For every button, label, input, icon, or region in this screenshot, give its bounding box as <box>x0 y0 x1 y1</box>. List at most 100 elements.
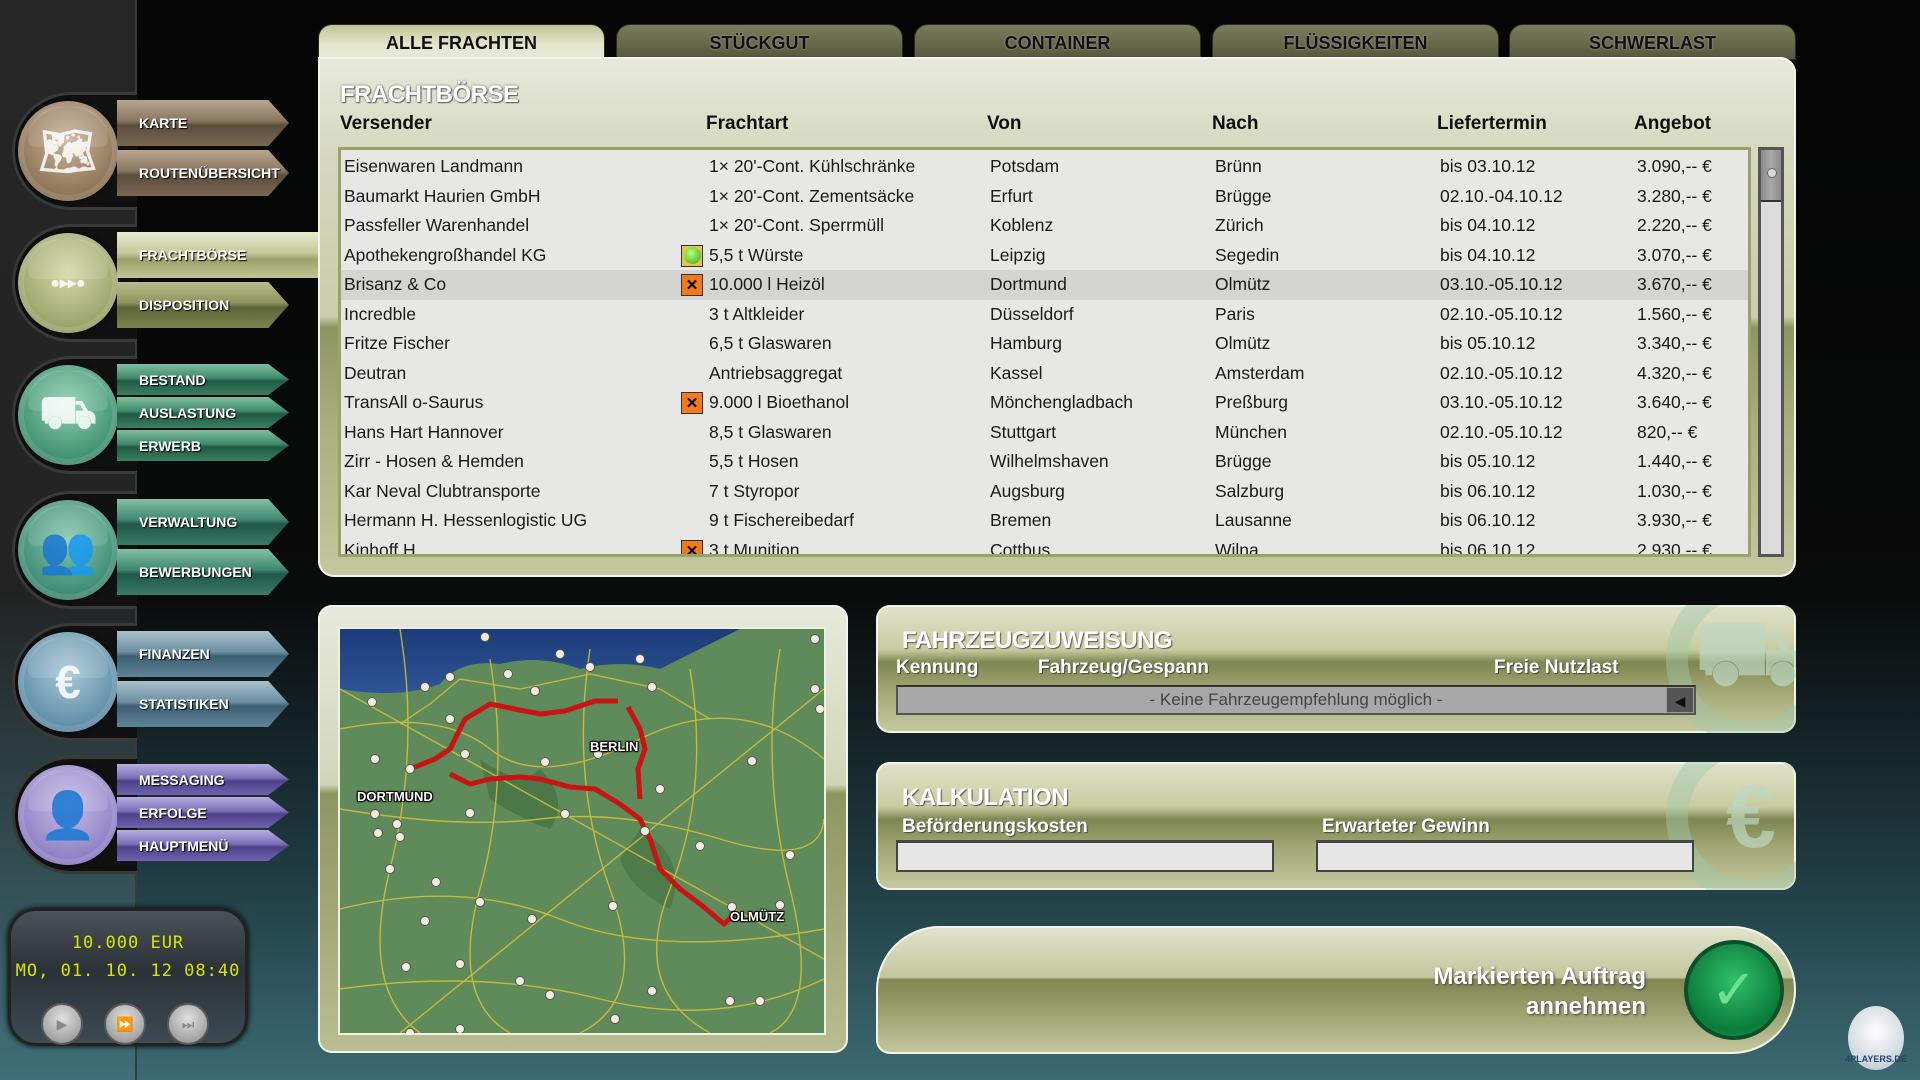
sidebar-item-finanzen[interactable]: FINANZEN <box>117 631 289 677</box>
sidebar-item-auslastung[interactable]: AUSLASTUNG <box>117 397 289 428</box>
fastest-speed-button[interactable]: ⏭ <box>167 1003 209 1045</box>
table-row[interactable]: Brisanz & Co 10.000 l Heizöl Dortmund Olmüt… <box>341 270 1748 300</box>
sidebar-item-messaging[interactable]: MESSAGING <box>117 764 289 795</box>
table-row[interactable]: Kinhoff H 3 t Munition Cottbus Wilna bis 06.… <box>341 536 1748 557</box>
accept-order-label-line1: Markierten Auftrag <box>1433 963 1646 990</box>
freight-table-scrollbar[interactable] <box>1758 147 1784 557</box>
hazardous-goods-icon: ✕ <box>681 392 703 414</box>
sidebar-item-bewerbungen[interactable]: BEWERBUNGEN <box>117 549 289 595</box>
sidebar-item-erwerb[interactable]: ERWERB <box>117 430 289 461</box>
transport-cost-field <box>896 840 1274 872</box>
fast-speed-button[interactable]: ⏩ <box>104 1003 146 1045</box>
city-marker <box>647 986 657 996</box>
table-row[interactable]: Incredble 3 t Altkleider Düsseldorf Paris 02… <box>341 300 1748 330</box>
tab-container[interactable]: CONTAINER <box>914 24 1201 60</box>
freight-table: Eisenwaren Landmann 1× 20'-Cont. Kühlschr… <box>338 147 1751 557</box>
cell-sender: Fritze Fischer <box>344 333 450 353</box>
cell-delivery-date: 02.10.-05.10.12 <box>1440 303 1563 324</box>
person-icon[interactable]: 👤 <box>18 765 118 865</box>
tab-alle-frachten[interactable]: ALLE FRACHTEN <box>318 24 605 60</box>
cell-sender: Apothekengroßhandel KG <box>344 244 547 265</box>
city-marker <box>405 1028 415 1033</box>
cell-sender: Eisenwaren Landmann <box>344 156 524 176</box>
table-row[interactable]: Passfeller Warenhandel 1× 20'-Cont. Sperr… <box>341 211 1748 241</box>
table-row[interactable]: Hans Hart Hannover 8,5 t Glaswaren Stuttga… <box>341 418 1748 448</box>
cell-from: Koblenz <box>990 215 1054 235</box>
route-map-panel: DORTMUND BERLIN OLMÜTZ <box>318 605 848 1053</box>
vehicle-header-id: Kennung <box>896 657 979 678</box>
table-row[interactable]: Apothekengroßhandel KG 5,5 t Würste Leipzi… <box>341 241 1748 271</box>
cell-cargo: 3 t Altkleider <box>709 303 805 324</box>
cell-sender: Deutran <box>344 362 407 383</box>
people-icon[interactable]: 👥 <box>18 500 118 600</box>
tab-fluessigkeiten[interactable]: FLÜSSIGKEITEN <box>1212 24 1499 60</box>
cell-offer: 820,-- € <box>1637 421 1698 442</box>
table-row[interactable]: Kar Neval Clubtransporte 7 t Styropor Augs… <box>341 477 1748 507</box>
route-arrows-icon[interactable]: ●▸▸● <box>18 233 118 333</box>
cell-delivery-date: bis 06.10.12 <box>1440 510 1536 530</box>
sidebar-item-disposition[interactable]: DISPOSITION <box>117 282 289 328</box>
cell-offer: 1.440,-- € <box>1637 451 1712 471</box>
cell-offer: 2.930,-- € <box>1637 539 1712 557</box>
table-row[interactable]: Deutran Antriebsaggregat Kassel Amsterdam 02… <box>341 359 1748 389</box>
city-marker <box>545 990 555 1000</box>
scrollbar-thumb[interactable] <box>1761 150 1781 202</box>
sidebar-item-verwaltung[interactable]: VERWALTUNG <box>117 499 289 545</box>
route-map[interactable]: DORTMUND BERLIN OLMÜTZ <box>338 627 826 1035</box>
cell-from: Wilhelmshaven <box>990 451 1109 471</box>
cell-from: Stuttgart <box>990 421 1057 442</box>
column-header-sender[interactable]: Versender <box>340 113 432 135</box>
sidebar-item-karte[interactable]: KARTE <box>117 100 289 146</box>
freight-exchange-panel: FRACHTBÖRSE Versender Frachtart Von Nach… <box>318 57 1796 577</box>
cell-to: Paris <box>1215 303 1255 324</box>
sidebar-item-label: MESSAGING <box>139 771 225 788</box>
cell-to: Brügge <box>1215 451 1272 471</box>
table-row[interactable]: Hermann H. Hessenlogistic UG 9 t Fischere… <box>341 506 1748 536</box>
table-row[interactable]: Baumarkt Haurien GmbH 1× 20'-Cont. Zement… <box>341 182 1748 212</box>
tab-schwerlast[interactable]: SCHWERLAST <box>1509 24 1796 60</box>
cell-delivery-date: bis 05.10.12 <box>1440 333 1536 353</box>
cell-sender: Baumarkt Haurien GmbH <box>344 185 541 206</box>
cell-from: Potsdam <box>990 156 1060 176</box>
cell-delivery-date: 03.10.-05.10.12 <box>1440 274 1563 294</box>
expected-profit-field <box>1316 840 1694 872</box>
city-marker <box>560 809 570 819</box>
sidebar-item-routen-bersicht[interactable]: ROUTENÜBERSICHT <box>117 150 289 196</box>
city-marker <box>455 1024 465 1033</box>
cell-cargo: 1× 20'-Cont. Sperrmüll <box>709 215 885 235</box>
truck-icon[interactable]: ⛟ <box>18 365 118 465</box>
table-row[interactable]: Zirr - Hosen & Hemden 5,5 t Hosen Wilhelms… <box>341 447 1748 477</box>
sidebar-item-erfolge[interactable]: ERFOLGE <box>117 797 289 828</box>
accept-order-button[interactable]: Markierten Auftrag annehmen ✓ <box>876 926 1796 1054</box>
tab-stueckgut[interactable]: STÜCKGUT <box>616 24 903 60</box>
sidebar-item-frachtb-rse[interactable]: FRACHTBÖRSE <box>117 232 325 278</box>
status-display: 10.000 EUR MO, 01. 10. 12 08:40 ▶ ⏩ ⏭ <box>8 908 248 1046</box>
calc-panel-title: KALKULATION <box>902 784 1069 811</box>
table-row[interactable]: Eisenwaren Landmann 1× 20'-Cont. Kühlschr… <box>341 152 1748 182</box>
column-header-from[interactable]: Von <box>987 113 1021 135</box>
sidebar-item-hauptmen-[interactable]: HAUPTMENÜ <box>117 830 289 861</box>
column-header-offer[interactable]: Angebot <box>1634 113 1711 135</box>
cell-to: Segedin <box>1215 244 1280 265</box>
map-label-end: OLMÜTZ <box>730 909 785 924</box>
euro-icon[interactable]: € <box>18 632 118 732</box>
sidebar-item-bestand[interactable]: BESTAND <box>117 364 289 395</box>
column-header-cargo[interactable]: Frachtart <box>706 113 788 135</box>
vehicle-select-dropdown[interactable]: - Keine Fahrzeugempfehlung möglich - ◀ <box>896 685 1696 715</box>
table-row[interactable]: Fritze Fischer 6,5 t Glaswaren Hamburg Olmü… <box>341 329 1748 359</box>
table-row[interactable]: TransAll o-Saurus 9.000 l Bioethanol Mönch… <box>341 388 1748 418</box>
sidebar-item-label: STATISTIKEN <box>139 696 229 712</box>
cell-to: Amsterdam <box>1215 362 1305 383</box>
europe-map-icon[interactable]: 🗺 <box>18 101 118 201</box>
sidebar-item-statistiken[interactable]: STATISTIKEN <box>117 681 289 727</box>
cell-delivery-date: bis 03.10.12 <box>1440 156 1536 176</box>
column-header-to[interactable]: Nach <box>1212 113 1258 135</box>
dropdown-arrow-icon[interactable]: ◀ <box>1666 687 1694 713</box>
column-header-delivery-date[interactable]: Liefertermin <box>1437 113 1547 135</box>
checkmark-icon: ✓ <box>1684 940 1784 1040</box>
cell-to: Olmütz <box>1215 274 1271 294</box>
sidebar-item-label: FRACHTBÖRSE <box>139 247 247 263</box>
cell-offer: 3.930,-- € <box>1637 510 1712 530</box>
sidebar-item-label: VERWALTUNG <box>139 514 238 530</box>
play-speed-button[interactable]: ▶ <box>41 1003 83 1045</box>
